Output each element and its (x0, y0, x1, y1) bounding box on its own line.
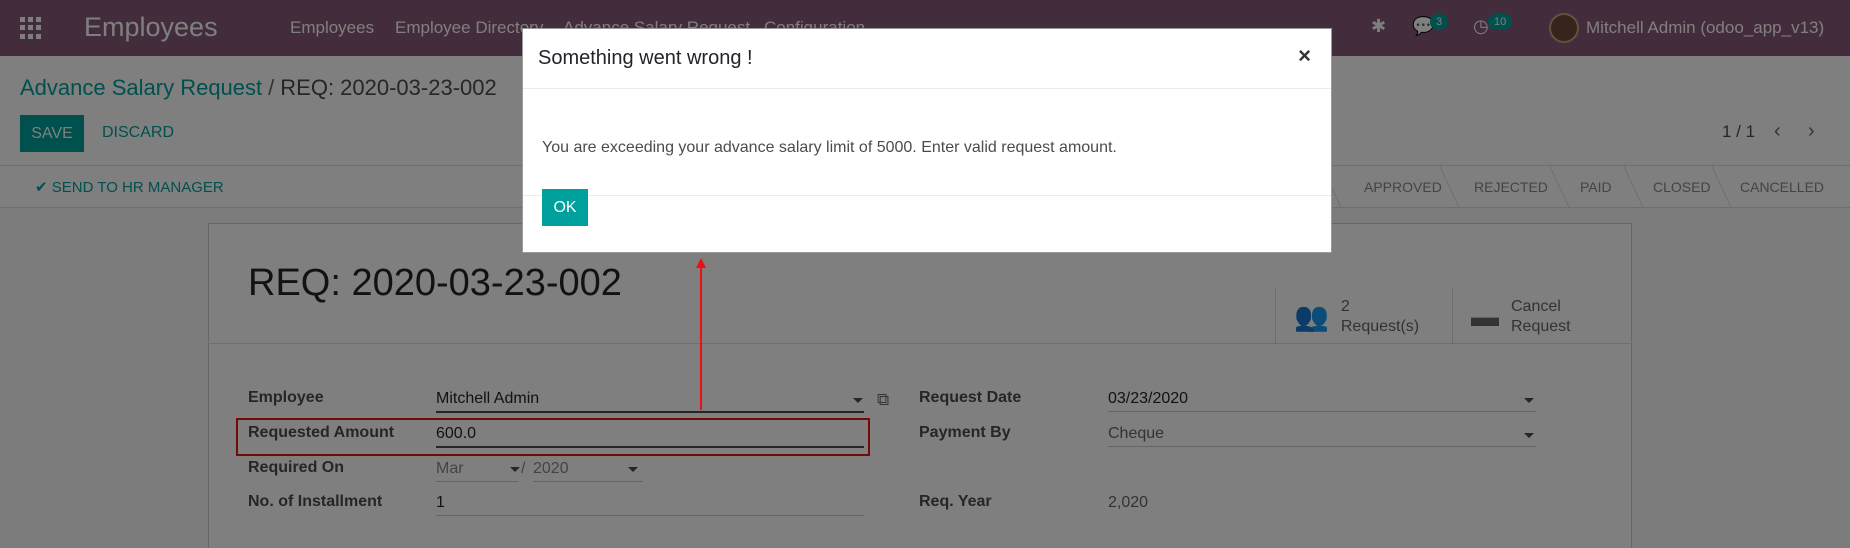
dialog-body: You are exceeding your advance salary li… (523, 89, 1331, 196)
dialog-header: Something went wrong ! × (523, 29, 1331, 89)
dialog-title: Something went wrong ! (538, 47, 753, 69)
annotation-arrow-line (700, 262, 702, 410)
annotation-arrow-head (696, 258, 706, 268)
error-dialog: Something went wrong ! × You are exceedi… (522, 28, 1332, 253)
ok-button[interactable]: OK (542, 189, 588, 226)
close-icon[interactable]: × (1298, 43, 1311, 69)
dialog-message: You are exceeding your advance salary li… (542, 139, 1117, 156)
